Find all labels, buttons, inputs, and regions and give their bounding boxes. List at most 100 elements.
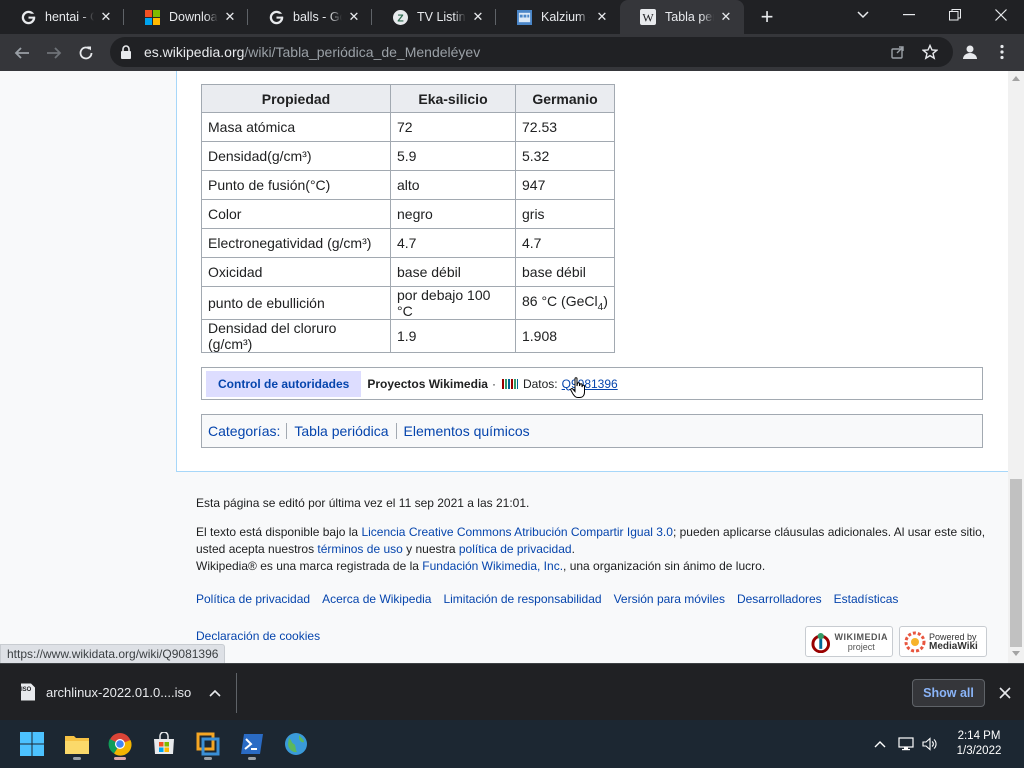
- license-link[interactable]: Licencia Creative Commons Atribución Com…: [361, 525, 672, 539]
- table-row: Masa atómica 72 72.53: [201, 112, 615, 142]
- mediawiki-logo-icon: [904, 631, 926, 652]
- footer-link-developers[interactable]: Desarrolladores: [737, 591, 822, 608]
- windows-start-icon[interactable]: [14, 726, 50, 762]
- tab-3[interactable]: Z TV Listings ✕: [372, 0, 496, 34]
- show-all-button[interactable]: Show all: [912, 679, 985, 707]
- iso-file-icon: ISO: [20, 683, 36, 701]
- wikimedia-logo-icon: [811, 632, 831, 653]
- table-cell: Color: [201, 199, 391, 229]
- table-header-row: Propiedad Eka-silicio Germanio: [201, 84, 615, 113]
- address-bar[interactable]: es.wikipedia.org/wiki/Tabla_periódica_de…: [110, 37, 953, 67]
- volume-icon[interactable]: [920, 734, 940, 754]
- table-cell: Densidad del cloruro (g/cm³): [201, 319, 391, 353]
- taskbar-clock[interactable]: 2:14 PM 1/3/2022: [940, 729, 1018, 759]
- status-bar-url: https://www.wikidata.org/wiki/Q9081396: [0, 644, 226, 663]
- minimize-icon[interactable]: [886, 0, 932, 30]
- close-icon[interactable]: ✕: [718, 9, 734, 25]
- close-shelf-icon[interactable]: [999, 686, 1011, 704]
- table-header: Propiedad: [201, 84, 391, 113]
- table-row: Punto de fusión(°C) alto 947: [201, 170, 615, 200]
- download-filename: archlinux-2022.01.0....iso: [46, 684, 192, 700]
- table-cell: Punto de fusión(°C): [201, 170, 391, 200]
- authority-control-box: Control de autoridades Proyectos Wikimed…: [201, 367, 983, 400]
- data-label: Datos:: [522, 376, 558, 391]
- globe-app-icon[interactable]: [278, 726, 314, 762]
- menu-kebab-icon[interactable]: [986, 36, 1018, 68]
- tab-0[interactable]: hentai - Google Search ✕: [0, 0, 124, 34]
- footer-link-privacy[interactable]: Política de privacidad: [196, 591, 310, 608]
- terms-link[interactable]: términos de uso: [317, 542, 402, 556]
- download-shelf: ISO archlinux-2022.01.0....iso Show all: [0, 663, 1024, 720]
- category-link[interactable]: Elementos químicos: [395, 423, 537, 439]
- table-cell: 72.53: [515, 112, 615, 142]
- z-icon: Z: [392, 9, 408, 25]
- trademark-text: Wikipedia® es una marca registrada de la…: [196, 558, 996, 575]
- foundation-link[interactable]: Fundación Wikimedia, Inc.: [422, 559, 563, 573]
- close-icon[interactable]: ✕: [98, 9, 114, 25]
- close-icon[interactable]: ✕: [470, 9, 486, 25]
- iso-badge: ISO: [21, 687, 32, 693]
- table-row: Oxicidad base débil base débil: [201, 257, 615, 287]
- tab-4[interactable]: Kalzium – Chemistry ✕: [496, 0, 620, 34]
- footer-link-stats[interactable]: Estadísticas: [834, 591, 899, 608]
- wikipedia-icon: W: [640, 9, 656, 25]
- forward-arrow-icon[interactable]: [38, 37, 70, 69]
- table-header: Eka-silicio: [390, 84, 516, 113]
- microsoft-store-icon[interactable]: [146, 726, 182, 762]
- close-icon[interactable]: ✕: [222, 9, 238, 25]
- svg-text:Z: Z: [397, 13, 403, 24]
- window-close-icon[interactable]: [978, 0, 1024, 30]
- wikimedia-project-badge[interactable]: WIKIMEDIA project: [805, 626, 893, 657]
- chevron-up-icon[interactable]: [209, 685, 221, 700]
- lock-icon[interactable]: [120, 45, 134, 59]
- file-explorer-icon[interactable]: [59, 726, 95, 762]
- network-icon[interactable]: [896, 734, 916, 754]
- restore-icon[interactable]: [932, 0, 978, 30]
- table-cell: 1.9: [390, 319, 516, 353]
- powershell-icon[interactable]: [234, 726, 270, 762]
- vmware-icon[interactable]: [190, 726, 226, 762]
- scroll-up-icon[interactable]: [1012, 75, 1020, 81]
- article-content: Propiedad Eka-silicio Germanio Masa atóm…: [176, 71, 1008, 472]
- scrollbar-thumb[interactable]: [1010, 479, 1022, 647]
- back-arrow-icon[interactable]: [6, 37, 38, 69]
- table-cell: 4.7: [390, 228, 516, 258]
- tab-1[interactable]: Download Windows 11 ✕: [124, 0, 248, 34]
- authority-control-label[interactable]: Control de autoridades: [206, 370, 362, 397]
- download-item[interactable]: ISO archlinux-2022.01.0....iso: [12, 674, 221, 710]
- category-link[interactable]: Tabla periódica: [286, 423, 395, 439]
- wikidata-barcode-icon: [501, 378, 518, 389]
- table-row: punto de ebullición por debajo 100 °C 86 °…: [201, 286, 615, 320]
- footer-link-about[interactable]: Acerca de Wikipedia: [322, 591, 431, 608]
- table-cell: punto de ebullición: [201, 286, 391, 320]
- profile-avatar-icon[interactable]: [954, 36, 986, 68]
- mediawiki-badge[interactable]: Powered by MediaWiki: [899, 626, 987, 657]
- scroll-down-icon[interactable]: [1012, 651, 1020, 657]
- tab-search-chevron-icon[interactable]: [840, 0, 886, 30]
- categories-box: Categorías: Tabla periódica Elementos qu…: [201, 414, 983, 448]
- url-host: es.wikipedia.org: [144, 44, 245, 60]
- chrome-icon[interactable]: [102, 726, 138, 762]
- bookmark-star-icon[interactable]: [914, 36, 946, 68]
- reload-icon[interactable]: [70, 37, 102, 69]
- chevron-up-tray-icon[interactable]: [870, 734, 890, 754]
- footer-link-mobile[interactable]: Versión para móviles: [614, 591, 725, 608]
- hand-cursor-icon: [570, 377, 585, 398]
- cookie-statement-link[interactable]: Declaración de cookies: [196, 629, 320, 643]
- table-cell: gris: [515, 199, 615, 229]
- share-icon[interactable]: [882, 36, 914, 68]
- wikimedia-projects-label: Proyectos Wikimedia: [367, 376, 488, 391]
- table-cell: 72: [390, 112, 516, 142]
- microsoft-icon: [144, 9, 160, 25]
- close-icon[interactable]: ✕: [346, 9, 362, 25]
- trademark-post: , una organización sin ánimo de lucro.: [563, 559, 766, 573]
- close-icon[interactable]: ✕: [594, 9, 610, 25]
- tab-5-active[interactable]: W Tabla periódica de Mendeléyev ✕: [620, 0, 744, 34]
- footer-link-disclaimer[interactable]: Limitación de responsabilidad: [443, 591, 601, 608]
- table-cell: 1.908: [515, 319, 615, 353]
- categories-label[interactable]: Categorías:: [208, 423, 286, 439]
- license-and: y nuestra: [402, 542, 459, 556]
- tab-2[interactable]: balls - Google Search ✕: [248, 0, 372, 34]
- new-tab-button[interactable]: +: [750, 0, 784, 34]
- privacy-policy-link[interactable]: política de privacidad: [459, 542, 572, 556]
